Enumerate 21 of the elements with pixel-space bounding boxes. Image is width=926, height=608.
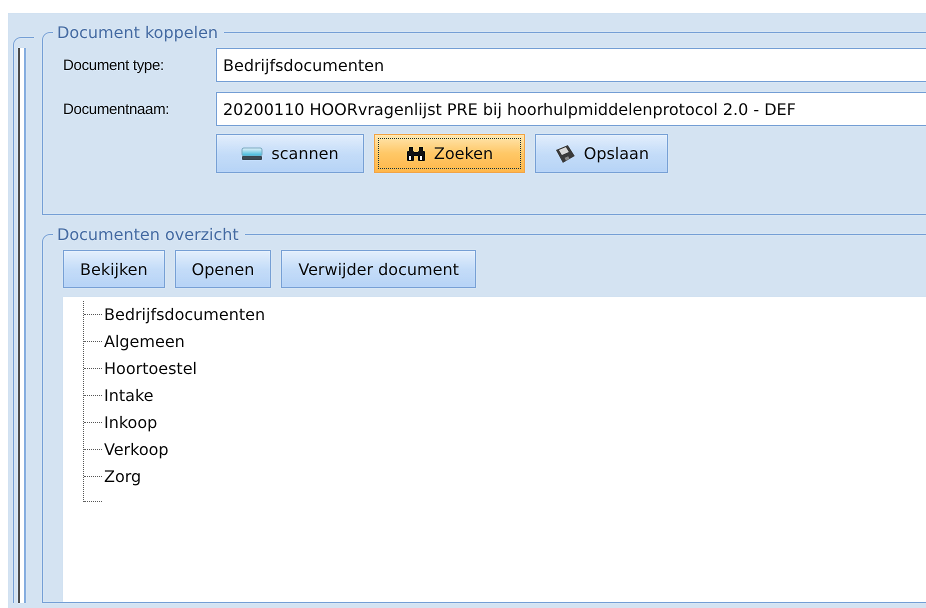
scan-button[interactable]: scannen: [216, 134, 364, 173]
input-field[interactable]: Bedrijfsdocumenten: [216, 48, 926, 82]
field-label: Documentnaam:: [63, 100, 170, 118]
input-field[interactable]: 20200110 HOORvragenlijst PRE bij hoorhulpmiddelenprotocol 2.0 - DEF: [216, 92, 926, 126]
toolbar-button[interactable]: Openen: [174, 250, 272, 288]
search-button[interactable]: Zoeken: [374, 134, 525, 173]
group-title: Document koppelen: [56, 23, 220, 42]
save-button[interactable]: Opslaan: [535, 134, 668, 173]
group-title: Documenten overzicht: [56, 225, 240, 244]
toolbar-button[interactable]: Verwijder document: [281, 250, 476, 288]
tree-item[interactable]: Hoortoestel: [102, 359, 199, 378]
scanner-icon: [241, 146, 264, 160]
field-label: Document type:: [63, 56, 165, 74]
tree-item[interactable]: Verkoop: [102, 440, 171, 459]
tree-item[interactable]: Intake: [102, 386, 156, 405]
tree-item[interactable]: Zorg: [102, 467, 144, 486]
tree-item[interactable]: Algemeen: [102, 332, 187, 351]
tree-item[interactable]: Inkoop: [102, 413, 160, 432]
binoculars-icon: [406, 146, 426, 162]
tree-item[interactable]: Bedrijfsdocumenten: [102, 305, 268, 324]
toolbar-button[interactable]: Bekijken: [63, 250, 165, 288]
